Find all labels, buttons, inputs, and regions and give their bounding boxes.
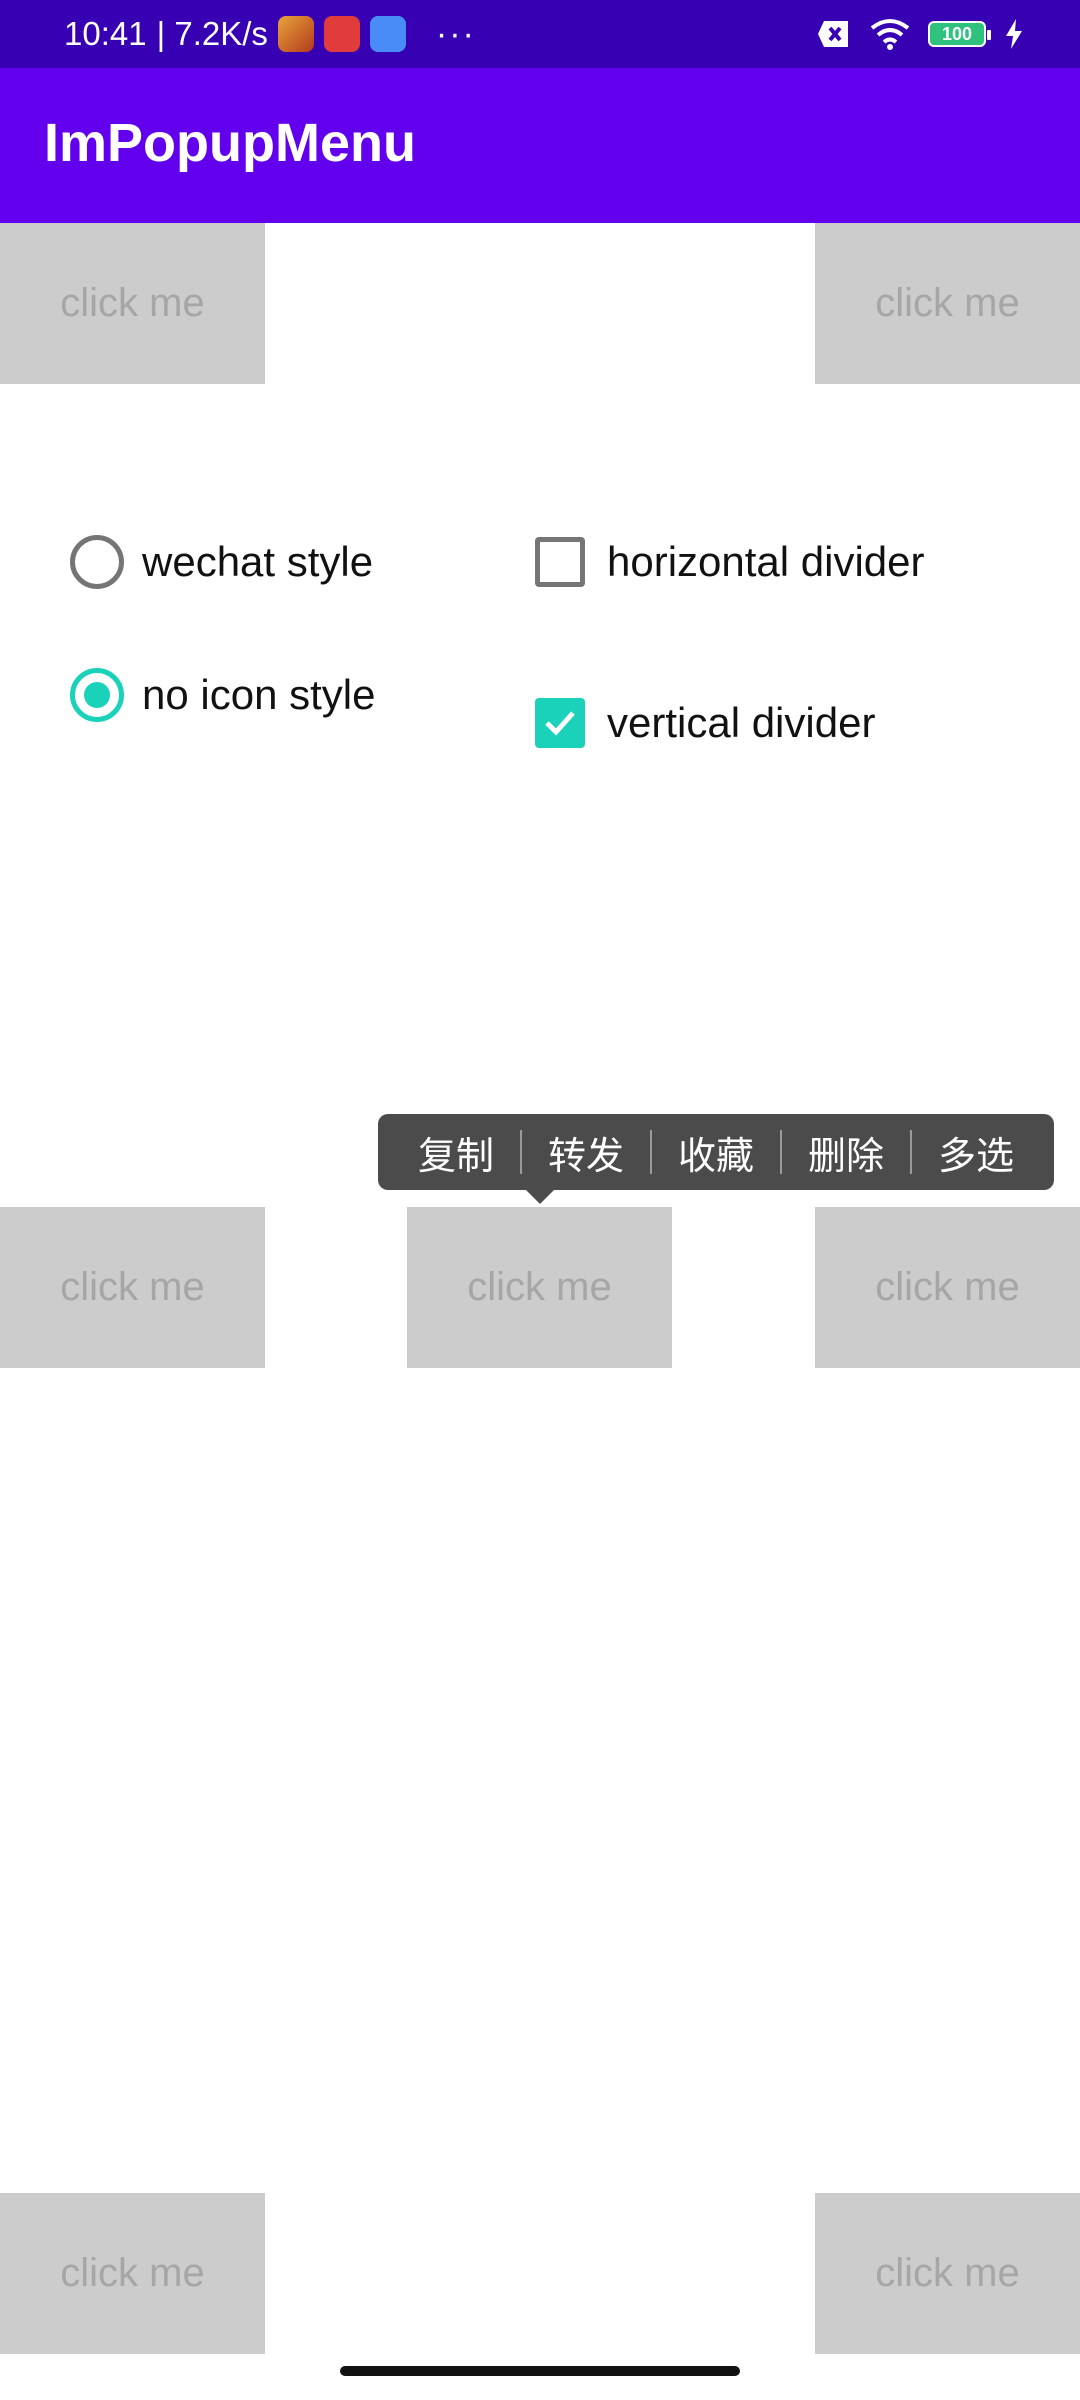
- app-title: ImPopupMenu: [44, 113, 416, 173]
- radio-wechat-style-label: wechat style: [142, 538, 374, 585]
- android-app-notification-icon: [369, 16, 406, 52]
- status-right: 100: [816, 0, 1024, 68]
- status-bar: 10:41 | 7.2K/s ··· 100: [0, 0, 1080, 68]
- checkbox-unchecked[interactable]: [535, 537, 585, 587]
- battery-level: 100: [941, 23, 973, 44]
- checkbox-vertical-divider[interactable]: vertical divider: [535, 698, 875, 748]
- checkbox-horizontal-divider[interactable]: horizontal divider: [535, 537, 925, 587]
- popup-item-multiselect[interactable]: 多选: [912, 1125, 1040, 1180]
- app-notification-icon: [323, 16, 360, 52]
- popup-item-favorite[interactable]: 收藏: [652, 1125, 780, 1180]
- checkbox-vertical-divider-label: vertical divider: [607, 699, 876, 746]
- click-me-bottom-right[interactable]: click me: [815, 2193, 1080, 2354]
- click-me-middle-left[interactable]: click me: [0, 1207, 265, 1368]
- radio-button-unchecked[interactable]: [70, 535, 124, 589]
- home-indicator[interactable]: [340, 2366, 740, 2376]
- game-notification-icon: [277, 16, 314, 52]
- popup-item-copy[interactable]: 复制: [392, 1125, 520, 1180]
- click-me-middle-center[interactable]: click me: [407, 1207, 672, 1368]
- charging-icon: [1006, 19, 1022, 49]
- more-notifications-icon: ···: [435, 14, 476, 53]
- popup-menu: 复制 转发 收藏 删除 多选: [378, 1114, 1054, 1190]
- click-me-middle-right[interactable]: click me: [815, 1207, 1080, 1368]
- checkbox-checked[interactable]: [535, 698, 585, 748]
- click-me-top-right[interactable]: click me: [815, 223, 1080, 384]
- wifi-icon: [870, 19, 910, 50]
- status-speed: | 7.2K/s: [156, 15, 268, 52]
- status-time: 10:41: [64, 15, 147, 52]
- app-bar: ImPopupMenu: [0, 68, 1080, 223]
- radio-no-icon-style-label: no icon style: [142, 671, 376, 718]
- radio-wechat-style[interactable]: wechat style: [70, 535, 373, 589]
- radio-no-icon-style[interactable]: no icon style: [70, 668, 375, 722]
- sim-off-icon: [818, 21, 848, 47]
- status-left: 10:41 | 7.2K/s ···: [64, 0, 476, 68]
- checkmark-icon: [545, 711, 575, 736]
- popup-item-delete[interactable]: 删除: [782, 1125, 910, 1180]
- battery-icon: 100: [928, 21, 991, 47]
- click-me-bottom-left[interactable]: click me: [0, 2193, 265, 2354]
- popup-item-forward[interactable]: 转发: [522, 1125, 650, 1180]
- popup-arrow: [526, 1190, 554, 1204]
- radio-button-checked[interactable]: [70, 668, 124, 722]
- click-me-top-left[interactable]: click me: [0, 223, 265, 384]
- checkbox-horizontal-divider-label: horizontal divider: [607, 538, 925, 585]
